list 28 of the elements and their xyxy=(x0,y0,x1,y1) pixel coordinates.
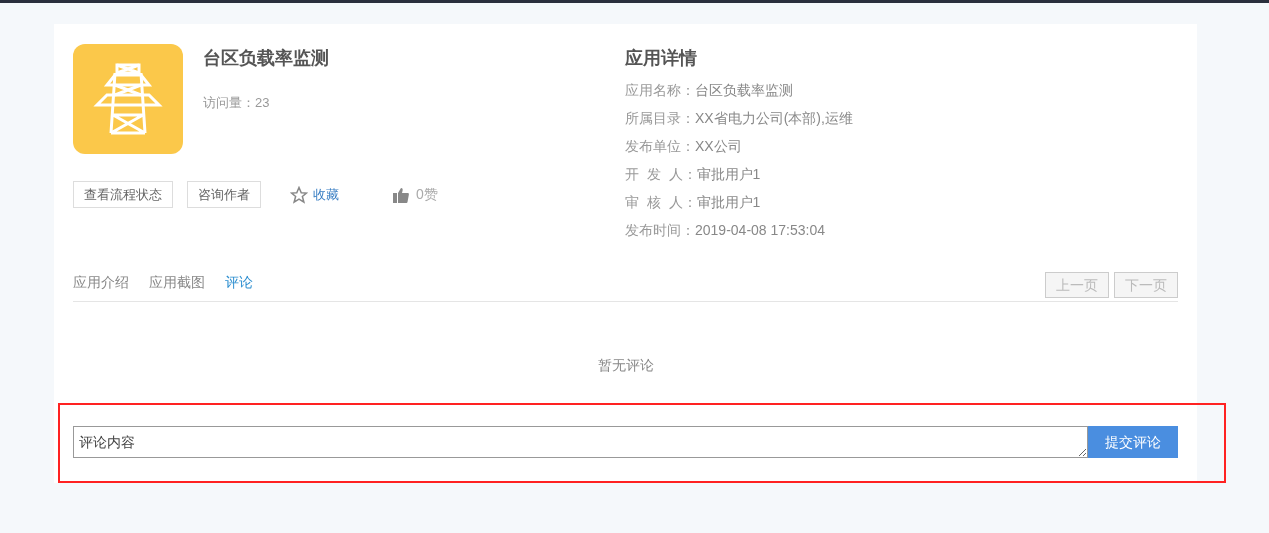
detail-value: 2019-04-08 17:53:04 xyxy=(695,221,825,240)
detail-label: 发布时间： xyxy=(625,221,695,240)
power-tower-icon xyxy=(91,63,165,135)
visit-count: 访问量：23 xyxy=(203,94,271,112)
detail-label: 发布单位： xyxy=(625,137,695,156)
tab[interactable]: 应用截图 xyxy=(149,272,205,299)
thumbs-up-icon xyxy=(393,186,409,203)
detail-value: 审批用户1 xyxy=(696,165,761,184)
detail-label: 审 核 人： xyxy=(625,193,697,212)
favorite-button[interactable]: 收藏 xyxy=(290,184,339,205)
detail-value: XX公司 xyxy=(695,137,742,156)
comment-field[interactable]: 评论内容 xyxy=(73,426,1088,458)
detail-value: XX省电力公司(本部),运维 xyxy=(695,109,853,128)
submit-comment-button[interactable]: 提交评论 xyxy=(1088,426,1178,458)
app-title: 台区负载率监测 xyxy=(203,47,329,70)
details-title: 应用详情 xyxy=(625,47,698,70)
tab[interactable]: 应用介绍 xyxy=(73,272,129,299)
detail-label: 应用名称： xyxy=(625,81,695,100)
tab[interactable]: 评论 xyxy=(225,272,253,299)
detail-value: 台区负载率监测 xyxy=(695,81,793,100)
detail-label: 开 发 人： xyxy=(625,165,697,184)
detail-value: 审批用户1 xyxy=(696,193,761,212)
star-icon xyxy=(290,185,308,204)
action-button[interactable]: 查看流程状态 xyxy=(73,181,173,208)
detail-label: 所属目录： xyxy=(625,109,695,128)
like-button[interactable]: 0赞 xyxy=(393,184,438,205)
action-button[interactable]: 咨询作者 xyxy=(187,181,261,208)
empty-message: 暂无评论 xyxy=(597,356,654,375)
